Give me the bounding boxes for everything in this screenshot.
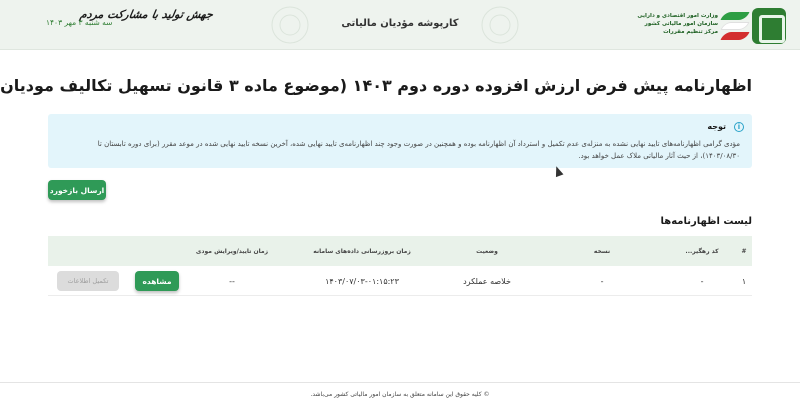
column-header-approved: زمان تایید/ویرایش مودی: [195, 247, 269, 255]
notice-title: توجه: [707, 122, 726, 131]
page-title: اظهارنامه پیش فرض ارزش افزوده دوره دوم ۱…: [0, 76, 752, 95]
table-row: ۱ - - خلاصه عملکرد ۱۴۰۳/۰۷/۰۳-۰۱:۱۵:۲۳ -…: [48, 266, 752, 296]
cell-version: -: [600, 276, 604, 286]
view-button[interactable]: مشاهده: [135, 271, 179, 291]
column-header-tracking-code[interactable]: کد رهگیر...: [672, 236, 732, 266]
notice-alert: i توجه مؤدی گرامی اظهارنامه‌های تایید نه…: [48, 114, 752, 168]
cell-complete-action: تکمیل اطلاعات: [48, 266, 128, 296]
cell-index: ۱: [741, 276, 747, 286]
footer-copyright: © کلیه حقوق این سامانه متعلق به سازمان ا…: [0, 382, 800, 410]
column-header-index: #: [741, 247, 747, 255]
cell-updated: ۱۴۰۳/۰۷/۰۳-۰۱:۱۵:۲۳: [325, 276, 399, 286]
notice-body: مؤدی گرامی اظهارنامه‌های تایید نهایی نشد…: [97, 140, 740, 160]
declarations-table: # کد رهگیر... نسخه وضعیت زمان بروزرسانی …: [48, 236, 752, 296]
column-header-updated: زمان بروزرسانی داده‌های سامانه: [313, 247, 411, 255]
column-header-status: وضعیت: [476, 247, 498, 255]
cell-approved: --: [229, 276, 235, 286]
cell-status: خلاصه عملکرد: [463, 276, 511, 286]
cell-tracking-code: -: [700, 276, 704, 286]
info-icon: i: [734, 122, 744, 132]
cell-view-action: مشاهده: [132, 266, 182, 296]
current-date: سه شنبه ۳ مهر ۱۴۰۳: [46, 18, 113, 27]
top-header: وزارت امور اقتصادی و دارایی سازمان امور …: [0, 0, 800, 50]
table-header: # کد رهگیر... نسخه وضعیت زمان بروزرسانی …: [48, 236, 752, 266]
complete-info-button[interactable]: تکمیل اطلاعات: [57, 271, 119, 291]
send-feedback-button[interactable]: ارسال بازخورد: [48, 180, 106, 200]
column-header-version: نسخه: [593, 247, 611, 255]
logo-line: مرکز تنظیم مقررات: [663, 29, 718, 35]
list-title: لیست اظهارنامه‌ها: [660, 216, 753, 227]
